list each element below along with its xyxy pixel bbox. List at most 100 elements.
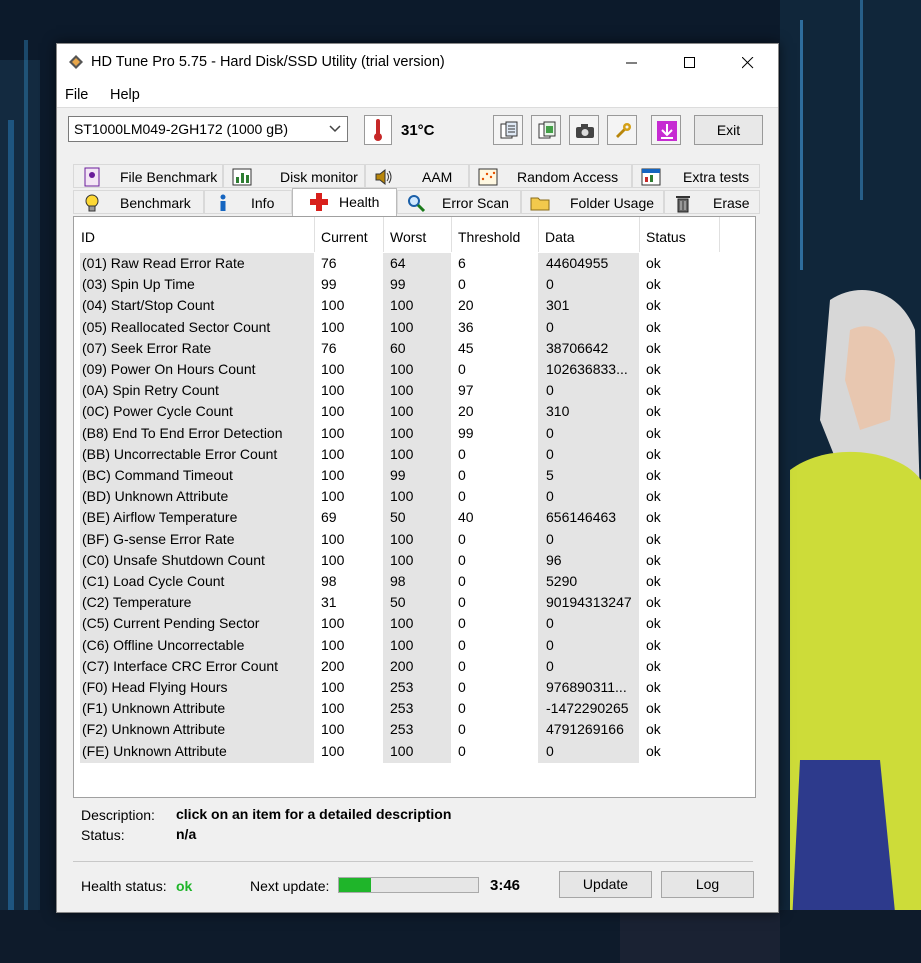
table-row[interactable]: (C6) Offline Uncorrectable 100 100 0 0 ok	[74, 635, 757, 656]
minimize-button[interactable]	[603, 44, 661, 81]
col-header-current[interactable]: Current	[314, 217, 383, 252]
table-row[interactable]: (0C) Power Cycle Count 100 100 20 310 ok	[74, 401, 757, 422]
tab-erase[interactable]: Erase	[664, 190, 760, 214]
table-row[interactable]: (BF) G-sense Error Rate 100 100 0 0 ok	[74, 529, 757, 550]
table-row[interactable]: (09) Power On Hours Count 100 100 0 10263683…	[74, 359, 757, 380]
copy-all-button[interactable]	[531, 115, 561, 145]
col-header-worst[interactable]: Worst	[383, 217, 451, 252]
minimize-icon	[626, 62, 637, 64]
table-row[interactable]: (C2) Temperature 31 50 0 90194313247 ok	[74, 592, 757, 613]
save-button[interactable]	[651, 115, 681, 145]
cell-current: 76	[321, 255, 337, 271]
title-bar[interactable]: HD Tune Pro 5.75 - Hard Disk/SSD Utility…	[57, 44, 778, 81]
table-row[interactable]: (0A) Spin Retry Count 100 100 97 0 ok	[74, 380, 757, 401]
copy-info-button[interactable]	[493, 115, 523, 145]
table-row[interactable]: (BC) Command Timeout 100 99 0 5 ok	[74, 465, 757, 486]
cell-id: (F0) Head Flying Hours	[82, 679, 228, 695]
update-button[interactable]: Update	[559, 871, 652, 898]
exit-button[interactable]: Exit	[694, 115, 763, 145]
cell-worst: 100	[390, 615, 414, 632]
smart-table[interactable]: ID Current Worst Threshold Data Status (…	[73, 216, 756, 798]
description-label: Description:	[81, 807, 155, 823]
cell-status: ok	[646, 361, 661, 377]
cell-id: (BF) G-sense Error Rate	[82, 530, 235, 547]
cell-status: ok	[646, 636, 661, 653]
table-row[interactable]: (01) Raw Read Error Rate 76 64 6 44604955 ok	[74, 253, 757, 274]
cell-data: 310	[546, 403, 570, 420]
drive-select[interactable]: ST1000LM049-2GH172 (1000 gB)	[68, 116, 348, 142]
table-row[interactable]: (03) Spin Up Time 99 99 0 0 ok	[74, 274, 757, 295]
table-row[interactable]: (BD) Unknown Attribute 100 100 0 0 ok	[74, 486, 757, 507]
col-header-status[interactable]: Status	[639, 217, 719, 252]
table-row[interactable]: (BE) Airflow Temperature 69 50 40 656146463 o…	[74, 507, 757, 528]
tab-aam[interactable]: AAM	[365, 164, 469, 188]
tab-extra-tests[interactable]: Extra tests	[632, 164, 760, 188]
download-arrow-icon	[657, 121, 677, 141]
cell-status: ok	[646, 467, 661, 483]
cell-data: 976890311...	[546, 679, 627, 695]
table-row[interactable]: (C5) Current Pending Sector 100 100 0 0 ok	[74, 613, 757, 634]
health-status-label: Health status:	[81, 878, 167, 894]
cell-threshold: 0	[458, 551, 466, 568]
cell-data: 0	[546, 615, 554, 632]
table-row[interactable]: (C0) Unsafe Shutdown Count 100 100 0 96 ok	[74, 550, 757, 571]
table-row[interactable]: (C1) Load Cycle Count 98 98 0 5290 ok	[74, 571, 757, 592]
cell-threshold: 0	[458, 700, 466, 717]
cell-id: (03) Spin Up Time	[82, 276, 195, 293]
tab-info[interactable]: Info	[204, 190, 292, 214]
cell-current: 31	[321, 594, 337, 611]
table-row[interactable]: (FE) Unknown Attribute 100 100 0 0 ok	[74, 741, 757, 762]
info-icon	[220, 194, 226, 211]
cell-data: 0	[546, 657, 554, 674]
col-header-threshold[interactable]: Threshold	[451, 217, 538, 252]
red-cross-icon	[310, 193, 328, 211]
log-button[interactable]: Log	[661, 871, 754, 898]
table-row[interactable]: (F2) Unknown Attribute 100 253 0 4791269166 o…	[74, 719, 757, 740]
table-row[interactable]: (05) Reallocated Sector Count 100 100 36 0 ok	[74, 317, 757, 338]
options-button[interactable]	[607, 115, 637, 145]
cell-current: 99	[321, 276, 337, 293]
thermometer-icon	[374, 119, 382, 141]
tab-error-scan[interactable]: Error Scan	[397, 190, 521, 214]
cell-worst: 100	[390, 636, 414, 653]
table-row[interactable]: (C7) Interface CRC Error Count 200 200 0 0 ok	[74, 656, 757, 677]
maximize-button[interactable]	[661, 44, 719, 81]
tab-benchmark-label: Benchmark	[120, 195, 191, 211]
table-row[interactable]: (07) Seek Error Rate 76 60 45 38706642 ok	[74, 338, 757, 359]
screenshot-button[interactable]	[569, 115, 599, 145]
col-header-id[interactable]: ID	[74, 217, 314, 252]
tab-health[interactable]: Health	[292, 188, 397, 216]
health-status-value: ok	[176, 878, 193, 894]
menu-file[interactable]: File	[65, 87, 88, 103]
cell-status: ok	[646, 551, 661, 568]
cell-current: 100	[321, 636, 345, 653]
cell-threshold: 0	[458, 721, 466, 738]
cell-status: ok	[646, 339, 661, 356]
table-row[interactable]: (04) Start/Stop Count 100 100 20 301 ok	[74, 295, 757, 316]
camera-icon	[576, 124, 594, 138]
tab-random-access[interactable]: Random Access	[469, 164, 632, 188]
hdtune-logo-icon	[69, 55, 83, 69]
tab-file-benchmark[interactable]: File Benchmark	[73, 164, 223, 188]
temperature-value: 31°C	[401, 122, 435, 139]
cell-worst: 100	[390, 530, 414, 547]
table-row[interactable]: (B8) End To End Error Detection 100 100 99 0…	[74, 423, 757, 444]
cell-status: ok	[646, 721, 661, 738]
cell-worst: 98	[390, 573, 406, 589]
table-row[interactable]: (F0) Head Flying Hours 100 253 0 976890311..…	[74, 677, 757, 698]
tab-folder-usage[interactable]: Folder Usage	[521, 190, 664, 214]
menu-help[interactable]: Help	[110, 87, 140, 103]
cell-threshold: 20	[458, 297, 474, 314]
col-header-data[interactable]: Data	[538, 217, 639, 252]
tab-disk-monitor[interactable]: Disk monitor	[223, 164, 365, 188]
table-row[interactable]: (F1) Unknown Attribute 100 253 0 -1472290265…	[74, 698, 757, 719]
cell-id: (B8) End To End Error Detection	[82, 424, 283, 441]
table-row[interactable]: (BB) Uncorrectable Error Count 100 100 0 0 ok	[74, 444, 757, 465]
next-update-label: Next update:	[250, 878, 330, 894]
close-button[interactable]	[719, 44, 777, 81]
cell-id: (BD) Unknown Attribute	[82, 488, 229, 505]
tab-benchmark[interactable]: Benchmark	[73, 190, 204, 214]
update-progress-fill	[339, 878, 371, 892]
disk-monitor-icon	[232, 168, 252, 186]
cell-status: ok	[646, 424, 661, 441]
